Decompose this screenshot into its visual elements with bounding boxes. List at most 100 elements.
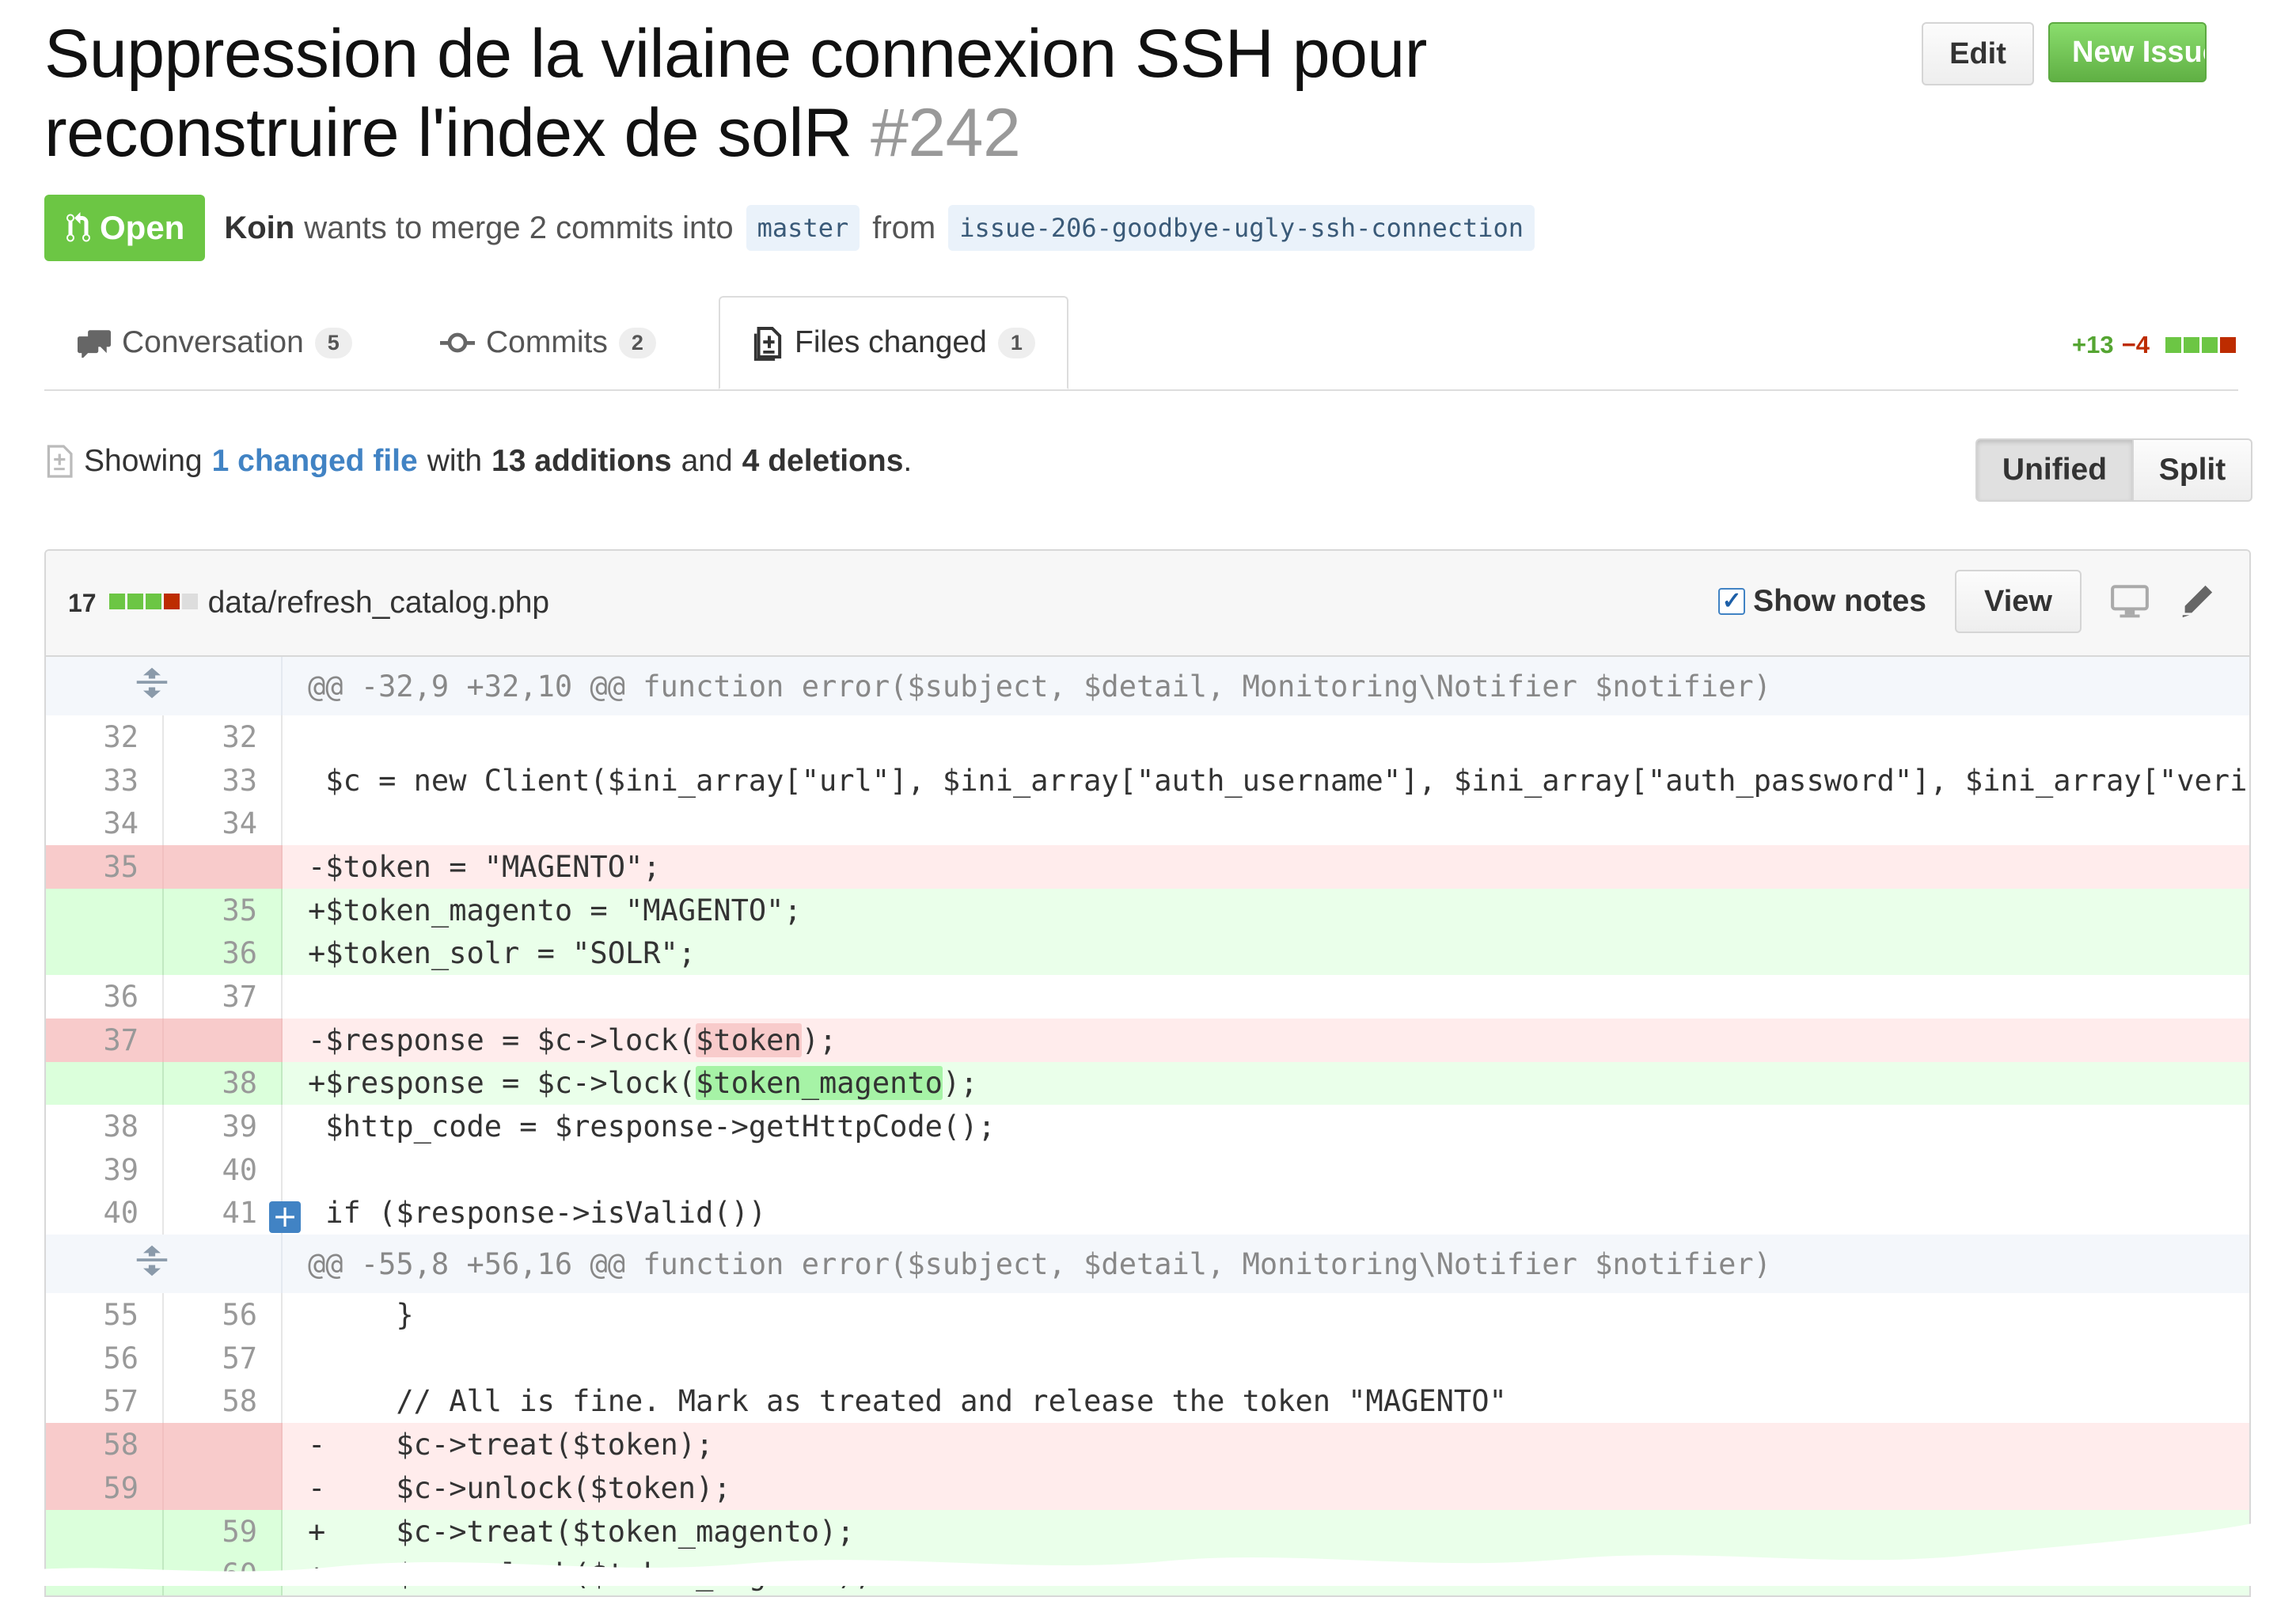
code-line: $http_code = $response->getHttpCode(); — [308, 1110, 996, 1144]
new-line-number[interactable]: 40 — [163, 1147, 283, 1192]
edit-button[interactable]: Edit — [1922, 22, 2034, 85]
author-link[interactable]: Koin — [224, 211, 294, 246]
pr-title-line1: Suppression de la vilaine connexion SSH … — [44, 16, 1427, 92]
hunk-header-row: @@ -55,8 +56,16 @@ function error($subje… — [46, 1235, 2249, 1294]
tab-commits[interactable]: Commits 2 — [440, 296, 656, 389]
comment-discussion-icon — [78, 330, 111, 358]
expand-icon[interactable] — [46, 1235, 283, 1294]
code-line: $c = new Client($ini_array["url"], $ini_… — [308, 763, 2249, 798]
diff-line: 32 32 — [46, 715, 2249, 759]
file-diff-icon — [47, 445, 73, 478]
code-line: // All is fine. Mark as treated and rele… — [308, 1384, 1507, 1419]
old-line-number[interactable]: 37 — [46, 1018, 164, 1062]
new-line-number[interactable] — [163, 1018, 283, 1062]
summary-deletions: 4 deletions — [742, 444, 904, 478]
old-line-number[interactable]: 58 — [46, 1423, 164, 1466]
file-path[interactable]: data/refresh_catalog.php — [208, 586, 549, 620]
old-line-number[interactable]: 35 — [46, 845, 164, 889]
new-line-number[interactable]: 35 — [163, 888, 283, 932]
code-segment: -$response = $c->lock( — [308, 1022, 696, 1057]
new-line-number[interactable]: 34 — [163, 802, 283, 846]
new-issue-button[interactable]: New Issue — [2048, 22, 2207, 82]
new-line-number[interactable]: 37 — [163, 975, 283, 1019]
diff-line: 39 40 — [46, 1147, 2249, 1192]
tab-conversation-count: 5 — [314, 327, 352, 358]
summary-end: . — [903, 444, 913, 478]
pr-number: #242 — [870, 95, 1021, 171]
old-line-number[interactable]: 38 — [46, 1105, 164, 1148]
summary-additions: 13 additions — [491, 444, 672, 478]
old-line-number[interactable]: 56 — [46, 1336, 164, 1380]
old-line-number[interactable] — [46, 931, 164, 976]
split-view-button[interactable]: Split — [2134, 438, 2252, 502]
old-line-number[interactable]: 36 — [46, 975, 164, 1019]
old-line-number[interactable]: 57 — [46, 1379, 164, 1424]
old-line-number[interactable] — [46, 1061, 164, 1106]
new-line-number[interactable]: 41 — [163, 1191, 283, 1235]
file-header: 17 data/refresh_catalog.php ✓ Show notes… — [46, 551, 2249, 657]
diff-summary: Showing 1 changed file with 13 additions… — [44, 443, 912, 480]
diff-line: 34 34 — [46, 802, 2249, 846]
changed-word-highlight: $token_magento — [696, 1066, 943, 1101]
tab-files-changed[interactable]: Files changed 1 — [719, 296, 1068, 389]
show-notes-checkbox[interactable]: ✓ — [1718, 588, 1746, 615]
summary-showing: Showing — [84, 444, 203, 478]
diff-view-toggle: Unified Split — [1975, 438, 2252, 502]
head-branch[interactable]: issue-206-goodbye-ugly-ssh-connection — [948, 205, 1535, 251]
changed-files-link[interactable]: 1 changed file — [212, 444, 418, 479]
additions-count: +13 — [2072, 331, 2114, 358]
diff-stats: +13 −4 — [2072, 331, 2238, 359]
new-line-number[interactable] — [163, 1423, 283, 1466]
diff-line: 35 +$token_magento = "MAGENTO"; — [46, 888, 2249, 932]
code-line: } — [308, 1298, 414, 1333]
diff-line: 56 57 — [46, 1336, 2249, 1380]
old-line-number[interactable]: 34 — [46, 802, 164, 846]
code-line — [282, 1337, 2249, 1380]
code-line — [282, 802, 2249, 845]
code-line — [282, 715, 2249, 759]
diff-line: 33 33 $c = new Client($ini_array["url"], … — [46, 758, 2249, 802]
new-line-number[interactable]: 56 — [163, 1293, 283, 1337]
pr-title-line2: reconstruire l'index de solR — [44, 95, 852, 171]
file-change-count: 17 — [68, 588, 97, 617]
tab-commits-count: 2 — [618, 327, 656, 358]
tab-files-changed-label: Files changed — [795, 325, 987, 359]
new-line-number[interactable]: 36 — [163, 931, 283, 976]
new-line-number[interactable]: 33 — [163, 758, 283, 802]
unified-view-button[interactable]: Unified — [1975, 438, 2134, 502]
show-notes-toggle[interactable]: ✓ Show notes — [1718, 584, 1926, 619]
summary-and: and — [681, 444, 733, 478]
new-line-number[interactable]: 39 — [163, 1105, 283, 1148]
diff-line: 36 +$token_solr = "SOLR"; — [46, 931, 2249, 976]
state-label: Open — [100, 209, 185, 246]
pencil-icon[interactable] — [2178, 583, 2214, 620]
code-line: -$response = $c->lock($token); — [282, 1018, 2249, 1062]
view-file-button[interactable]: View — [1955, 570, 2082, 633]
torn-edge — [0, 1519, 2296, 1586]
git-commit-icon — [440, 332, 475, 353]
base-branch[interactable]: master — [746, 205, 860, 251]
old-line-number[interactable] — [46, 888, 164, 932]
desktop-icon[interactable] — [2110, 584, 2150, 619]
pr-tabs: Conversation 5 Commits 2 Files changed 1… — [44, 296, 2238, 391]
new-line-number[interactable]: 38 — [163, 1061, 283, 1106]
code-line: - $c->treat($token); — [282, 1423, 2249, 1466]
old-line-number[interactable]: 33 — [46, 758, 164, 802]
code-line: +$token_solr = "SOLR"; — [282, 931, 2249, 976]
code-segment: ); — [942, 1066, 978, 1101]
diff-line: 55 56 } — [46, 1293, 2249, 1337]
tab-conversation[interactable]: Conversation 5 — [78, 296, 352, 389]
old-line-number[interactable]: 39 — [46, 1147, 164, 1192]
new-line-number[interactable] — [163, 845, 283, 889]
new-line-number[interactable]: 57 — [163, 1336, 283, 1380]
new-line-number[interactable]: 32 — [163, 715, 283, 759]
old-line-number[interactable]: 32 — [46, 715, 164, 759]
hunk-header-row: @@ -32,9 +32,10 @@ function error($subje… — [46, 657, 2249, 715]
add-comment-button[interactable]: + — [269, 1201, 301, 1233]
old-line-number[interactable]: 55 — [46, 1293, 164, 1337]
new-line-number[interactable]: 58 — [163, 1379, 283, 1424]
expand-icon[interactable] — [46, 657, 283, 715]
code-line: +$response = $c->lock($token_magento); — [282, 1061, 2249, 1106]
show-notes-label: Show notes — [1753, 584, 1926, 618]
old-line-number[interactable]: 40 — [46, 1191, 164, 1235]
